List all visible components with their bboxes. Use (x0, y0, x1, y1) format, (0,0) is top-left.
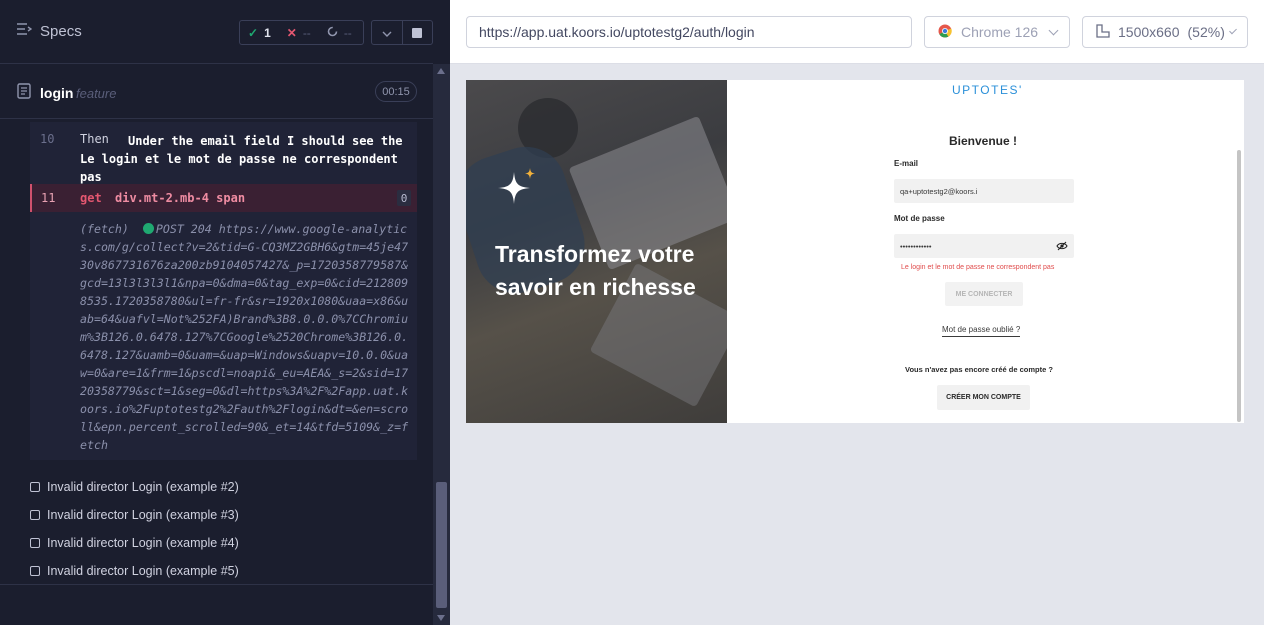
login-panel: UPTOTES' Bienvenue ! E-mail qa+uptotestg… (727, 80, 1244, 423)
test-label: Invalid director Login (example #2) (47, 480, 239, 494)
document-icon (17, 83, 31, 104)
test-stats: ✓ 1 ✕ -- -- (239, 20, 364, 45)
spec-duration: 00:15 (375, 81, 417, 102)
command-name: get (80, 191, 102, 205)
collapse-button[interactable] (372, 21, 402, 44)
iframe-scrollbar[interactable] (1237, 150, 1241, 422)
ruler-icon (1096, 23, 1110, 41)
test-label: Invalid director Login (example #3) (47, 508, 239, 522)
command-number: 11 (41, 191, 56, 205)
test-item[interactable]: Invalid director Login (example #3) (30, 508, 239, 522)
spec-extension: feature (76, 86, 117, 101)
forgot-password-link[interactable]: Mot de passe oublié ? (942, 325, 1021, 337)
test-item[interactable]: Invalid director Login (example #4) (30, 536, 239, 550)
command-log: 10 Then Under the email field I should s… (30, 122, 417, 460)
fetch-log-entry[interactable]: (fetch) POST 204 https://www.google-analy… (30, 212, 417, 454)
pending-count: -- (343, 25, 352, 40)
specs-list-icon (16, 22, 33, 40)
stop-icon (412, 27, 423, 38)
brand-logo: UPTOTES' (952, 83, 1023, 97)
sparkle-icon (494, 166, 538, 219)
cross-icon: ✕ (286, 25, 297, 40)
chevron-down-icon (382, 24, 392, 42)
run-controls (371, 20, 433, 45)
pending-square-icon (30, 482, 40, 492)
stop-button[interactable] (401, 21, 433, 44)
scrollbar-thumb[interactable] (436, 482, 447, 608)
spinner-icon (327, 26, 338, 40)
test-item[interactable]: Invalid director Login (example #2) (30, 480, 239, 494)
fetch-request: POST 204 https://www.google-analytics.co… (80, 222, 409, 452)
hero-headline: Transformez votre savoir en richesse (495, 241, 696, 300)
test-item[interactable]: Invalid director Login (example #5) (30, 564, 239, 578)
command-message: Under the email field I should see the L… (80, 134, 403, 184)
reporter-panel: Specs ✓ 1 ✕ -- -- login feature 00:15 10… (0, 0, 450, 625)
test-label: Invalid director Login (example #4) (47, 536, 239, 550)
login-error-message: Le login et le mot de passe ne correspon… (901, 264, 1055, 271)
chrome-icon (938, 24, 952, 41)
viewport-size: 1500x660 (1118, 24, 1180, 40)
pending-square-icon (30, 566, 40, 576)
command-selector: div.mt-2.mb-4 span (115, 191, 246, 205)
failed-stat: ✕ -- (279, 21, 319, 44)
fetch-log-text: (fetch) POST 204 https://www.google-analy… (80, 220, 412, 454)
url-bar[interactable]: https://app.uat.koors.io/uptotestg2/auth… (466, 16, 912, 48)
pending-square-icon (30, 538, 40, 548)
failed-count: -- (302, 25, 311, 40)
divider (0, 584, 433, 585)
app-under-test-area: https://app.uat.koors.io/uptotestg2/auth… (450, 0, 1264, 625)
specs-label: Specs (40, 22, 82, 40)
pending-square-icon (30, 510, 40, 520)
browser-selector[interactable]: Chrome 126 (924, 16, 1070, 48)
fetch-prefix: (fetch) (80, 222, 129, 236)
test-label: Invalid director Login (example #5) (47, 564, 239, 578)
command-row[interactable]: 10 Then Under the email field I should s… (30, 122, 417, 184)
specs-button[interactable]: Specs (16, 22, 82, 40)
hero-image: Transformez votre savoir en richesse (466, 80, 727, 423)
email-field[interactable]: qa+uptotestg2@koors.i (894, 179, 1074, 203)
scroll-up-arrow-icon[interactable] (437, 68, 445, 74)
status-dot-icon (142, 223, 154, 234)
passed-count: 1 (264, 25, 271, 40)
pending-stat: -- (319, 21, 360, 44)
eye-slash-icon[interactable] (1056, 241, 1068, 253)
chevron-down-icon (1048, 25, 1059, 35)
viewport-zoom: (52%) (1187, 24, 1225, 40)
command-number: 10 (40, 132, 55, 146)
no-account-text: Vous n'avez pas encore créé de compte ? (905, 365, 1053, 374)
welcome-title: Bienvenue ! (949, 134, 1018, 148)
aut-iframe: Transformez votre savoir en richesse UPT… (466, 80, 1244, 423)
viewport-selector[interactable]: 1500x660 (52%) (1082, 16, 1248, 48)
create-account-button[interactable]: CRÉER MON COMPTE (937, 385, 1030, 410)
email-label: E-mail (894, 159, 919, 168)
password-field[interactable]: •••••••••••• (894, 234, 1074, 258)
element-count-badge: 0 (397, 190, 411, 206)
password-value: •••••••••••• (900, 241, 932, 251)
scroll-down-arrow-icon[interactable] (437, 615, 445, 621)
browser-label: Chrome 126 (961, 24, 1039, 40)
check-icon: ✓ (248, 25, 259, 40)
password-label: Mot de passe (894, 214, 945, 223)
aut-header: https://app.uat.koors.io/uptotestg2/auth… (450, 0, 1264, 64)
login-button[interactable]: ME CONNECTER (945, 282, 1023, 306)
spec-name: login (40, 85, 74, 101)
reporter-header: Specs ✓ 1 ✕ -- -- (0, 0, 433, 64)
command-row-failed[interactable]: 11 get div.mt-2.mb-4 span 0 (30, 184, 417, 212)
chevron-down-icon (1229, 26, 1237, 34)
passed-stat: ✓ 1 (240, 21, 279, 44)
reporter-scrollbar[interactable] (433, 64, 450, 625)
spec-header[interactable]: login feature 00:15 (0, 65, 433, 119)
